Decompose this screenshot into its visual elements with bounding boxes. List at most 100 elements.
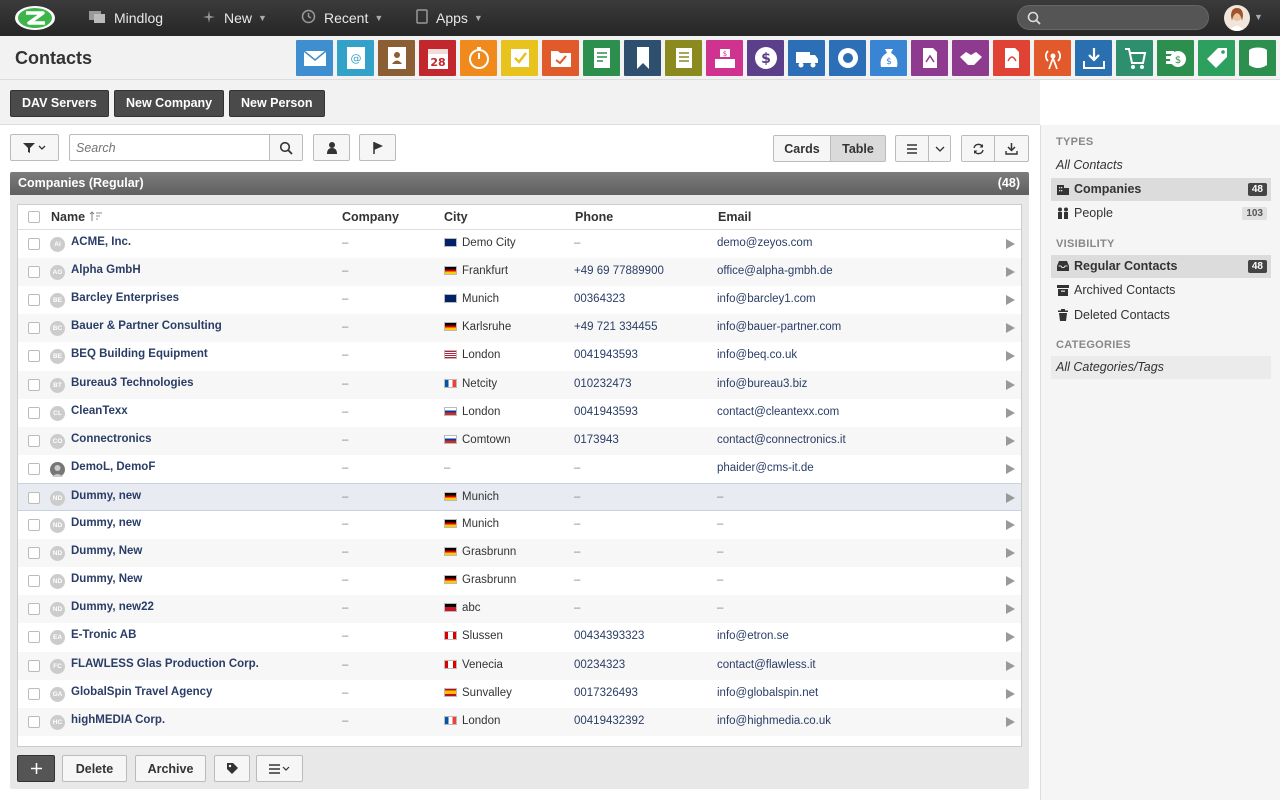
contact-email[interactable]: contact@flawless.it	[717, 659, 816, 671]
people-filter[interactable]: People 103	[1051, 202, 1271, 225]
contact-email[interactable]: –	[717, 602, 723, 614]
column-email[interactable]: Email	[718, 210, 751, 224]
tag-button[interactable]	[214, 755, 250, 782]
contact-email[interactable]: –	[717, 546, 723, 558]
row-checkbox[interactable]	[28, 659, 40, 672]
contact-name[interactable]: Dummy, new22	[71, 601, 154, 613]
contact-phone[interactable]: 00234323	[574, 659, 625, 671]
pdf-app-icon[interactable]	[993, 40, 1030, 76]
cards-view-button[interactable]: Cards	[773, 135, 831, 162]
tasks-app-icon[interactable]	[501, 40, 538, 76]
contact-phone[interactable]: +49 721 334455	[574, 321, 657, 333]
contact-name[interactable]: Bureau3 Technologies	[71, 377, 193, 389]
money-bag-app-icon[interactable]: $	[870, 40, 907, 76]
contacts-card-app-icon[interactable]	[378, 40, 415, 76]
contact-name[interactable]: Dummy, new	[71, 517, 141, 529]
row-checkbox[interactable]	[28, 575, 40, 588]
column-company[interactable]: Company	[342, 210, 399, 224]
filter-button[interactable]	[10, 134, 59, 161]
search-input[interactable]	[69, 134, 270, 161]
search-button[interactable]	[269, 134, 303, 161]
more-actions-button[interactable]	[256, 755, 303, 782]
table-row[interactable]: ND Dummy, new – Munich – –	[18, 482, 1021, 511]
open-record-icon[interactable]	[1006, 660, 1015, 671]
row-checkbox[interactable]	[28, 519, 40, 531]
table-row[interactable]: ND Dummy, New – Grasbrunn – –	[18, 567, 1021, 595]
open-record-icon[interactable]	[1006, 520, 1015, 530]
open-record-icon[interactable]	[1006, 267, 1015, 278]
table-row[interactable]: FC FLAWLESS Glas Production Corp. – Venecia…	[18, 651, 1021, 680]
contact-email[interactable]: info@bureau3.biz	[717, 378, 807, 390]
contact-phone[interactable]: 0017326493	[574, 687, 638, 699]
folder-check-app-icon[interactable]	[542, 40, 579, 76]
open-record-icon[interactable]	[1006, 295, 1015, 306]
contact-phone[interactable]: –	[574, 518, 580, 530]
contact-email[interactable]: phaider@cms-it.de	[717, 462, 814, 474]
open-record-icon[interactable]	[1006, 576, 1015, 587]
contact-name[interactable]: Dummy, new	[71, 490, 141, 502]
contract-app-icon[interactable]	[911, 40, 948, 76]
contact-email[interactable]: info@globalspin.net	[717, 687, 818, 699]
open-record-icon[interactable]	[1006, 323, 1015, 334]
row-checkbox[interactable]	[28, 491, 40, 504]
contact-phone[interactable]: 010232473	[574, 378, 632, 390]
app-logo-icon[interactable]	[12, 4, 58, 32]
row-checkbox[interactable]	[28, 294, 40, 307]
contact-name[interactable]: Barcley Enterprises	[71, 292, 179, 304]
table-row[interactable]: BT Bureau3 Technologies – Netcity 010232473 i…	[18, 370, 1021, 399]
cashdesk-app-icon[interactable]: $	[706, 40, 743, 76]
contact-name[interactable]: Connectronics	[71, 433, 152, 445]
nav-new-menu[interactable]: New ▼	[202, 0, 267, 36]
open-record-icon[interactable]	[1006, 492, 1015, 503]
support-app-icon[interactable]	[829, 40, 866, 76]
open-record-icon[interactable]	[1006, 407, 1015, 418]
contact-email[interactable]: office@alpha-gmbh.de	[717, 265, 833, 277]
address-book-app-icon[interactable]: @	[337, 40, 374, 76]
broadcast-app-icon[interactable]	[1034, 40, 1071, 76]
table-row[interactable]: ND Dummy, new – Munich – –	[18, 511, 1021, 539]
contact-phone[interactable]: –	[574, 546, 580, 558]
table-row[interactable]: ND Dummy, New – Grasbrunn – –	[18, 539, 1021, 568]
contact-phone[interactable]: –	[574, 574, 580, 586]
contact-phone[interactable]: –	[574, 237, 580, 249]
contact-email[interactable]: –	[717, 491, 723, 503]
table-row[interactable]: ND Dummy, new22 – abc – –	[18, 595, 1021, 624]
open-record-icon[interactable]	[1006, 351, 1015, 362]
column-name[interactable]: Name	[51, 210, 103, 224]
table-row[interactable]: CL CleanTexx – London 0041943593 contact@clea…	[18, 399, 1021, 427]
open-record-icon[interactable]	[1006, 463, 1015, 474]
row-checkbox[interactable]	[28, 350, 40, 363]
contact-phone[interactable]: 00434393323	[574, 630, 644, 642]
refresh-button[interactable]	[961, 135, 995, 162]
contact-phone[interactable]: 0173943	[574, 434, 619, 446]
row-checkbox[interactable]	[28, 462, 40, 475]
row-checkbox[interactable]	[28, 434, 40, 447]
contact-phone[interactable]: 00364323	[574, 293, 625, 305]
contact-name[interactable]: highMEDIA Corp.	[71, 714, 165, 726]
dav-servers-button[interactable]: DAV Servers	[10, 90, 109, 117]
contact-email[interactable]: info@barcley1.com	[717, 293, 816, 305]
open-record-icon[interactable]	[1006, 632, 1015, 643]
new-person-button[interactable]: New Person	[229, 90, 325, 117]
table-row[interactable]: BE BEQ Building Equipment – London 004194359…	[18, 342, 1021, 370]
contact-phone[interactable]: 0041943593	[574, 349, 638, 361]
table-row[interactable]: AI ACME, Inc. – Demo City – demo@zeyos.com	[18, 230, 1021, 258]
calendar-app-icon[interactable]: 28	[419, 40, 456, 76]
contact-phone[interactable]: +49 69 77889900	[574, 265, 664, 277]
flag-filter-button[interactable]	[359, 134, 396, 161]
archived-contacts-filter[interactable]: Archived Contacts	[1051, 279, 1271, 302]
select-all-checkbox[interactable]	[28, 211, 40, 223]
new-company-button[interactable]: New Company	[114, 90, 225, 117]
column-city[interactable]: City	[444, 210, 468, 224]
contact-name[interactable]: Dummy, New	[71, 573, 142, 585]
cash-app-icon[interactable]: $	[1157, 40, 1194, 76]
contact-name[interactable]: E-Tronic AB	[71, 629, 136, 641]
list-options-button[interactable]	[895, 135, 929, 162]
open-record-icon[interactable]	[1006, 716, 1015, 727]
row-checkbox[interactable]	[28, 406, 40, 419]
open-record-icon[interactable]	[1006, 435, 1015, 446]
contact-name[interactable]: DemoL, DemoF	[71, 461, 155, 473]
deleted-contacts-filter[interactable]: Deleted Contacts	[1051, 304, 1271, 327]
contact-phone[interactable]: –	[574, 491, 580, 503]
table-row[interactable]: BE Barcley Enterprises – Munich 00364323 info…	[18, 286, 1021, 314]
